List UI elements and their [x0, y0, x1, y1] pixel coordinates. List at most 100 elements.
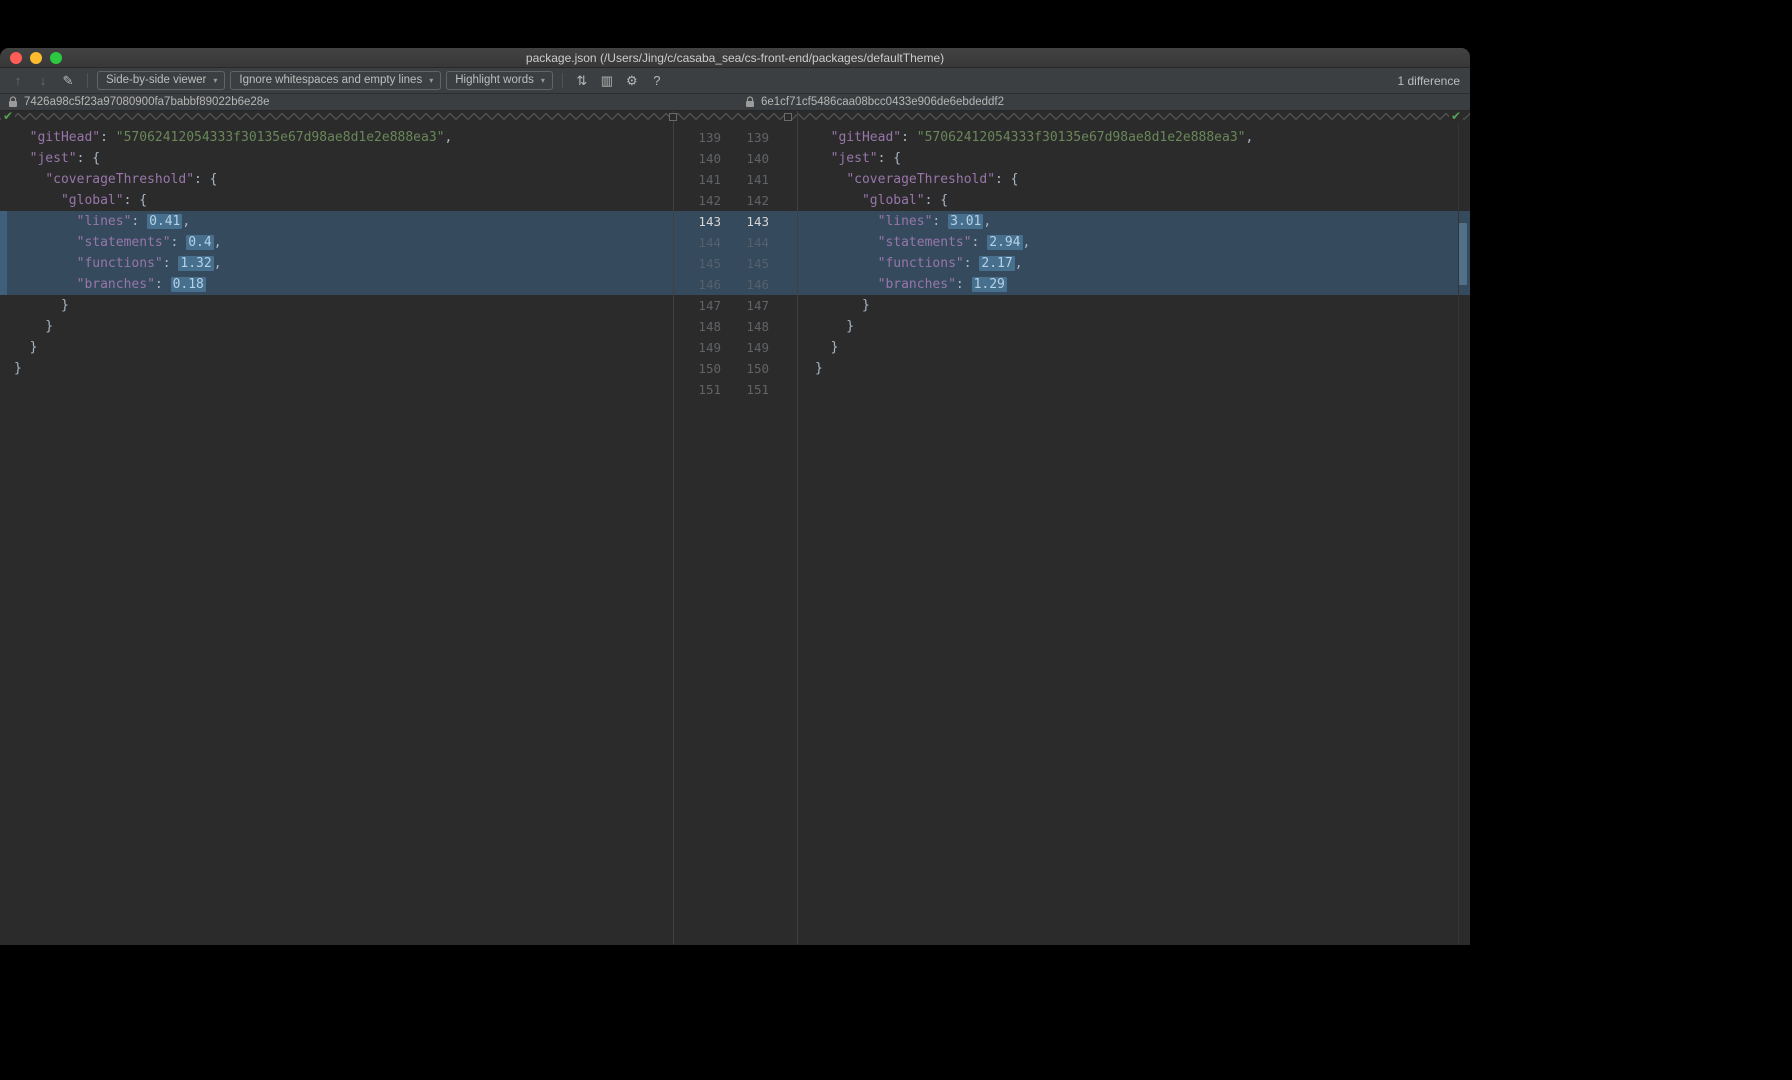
line-number-left: 147 — [698, 298, 721, 313]
diff-line-right[interactable]: "functions": 2.17, — [797, 253, 1470, 274]
code-token: : — [170, 235, 187, 250]
diff-line-right[interactable]: } — [797, 295, 1470, 316]
diff-line-left[interactable]: } — [0, 316, 673, 337]
code-token: : { — [995, 172, 1019, 187]
minimize-button[interactable] — [30, 52, 42, 64]
change-marker — [0, 211, 7, 295]
diff-row: } 148 148 } — [0, 316, 1470, 337]
code-token: "57062412054333f30135e67d98ae8d1e2e888ea… — [115, 130, 445, 145]
line-number-left: 150 — [698, 361, 721, 376]
difference-count: 1 difference — [1397, 73, 1461, 88]
diff-line-left[interactable]: "gitHead": "57062412054333f30135e67d98ae… — [0, 127, 673, 148]
diff-content: ✔ ✔ "gitHead": "57062412054333f30135e67d… — [0, 111, 1470, 944]
diff-row: "gitHead": "57062412054333f30135e67d98ae… — [0, 127, 1470, 148]
diff-line-left[interactable]: "functions": 1.32, — [0, 253, 673, 274]
diff-line-left[interactable]: "statements": 0.4, — [0, 232, 673, 253]
code-token: "lines" — [76, 214, 132, 229]
diff-line-left[interactable]: "lines": 0.41, — [0, 211, 673, 232]
sync-scroll-icon[interactable]: ⇅ — [572, 71, 592, 90]
titlebar: package.json (/Users/Jing/c/casaba_sea/c… — [0, 48, 1470, 68]
edit-icon[interactable]: ✎ — [58, 71, 78, 90]
fold-marker-icon[interactable] — [669, 113, 677, 121]
diff-line-left[interactable]: "global": { — [0, 190, 673, 211]
diff-line-right[interactable]: } — [797, 358, 1470, 379]
diff-row: "branches": 0.18 146 146 "branches": 1.29 — [0, 274, 1470, 295]
diff-row: } 150 150} — [0, 358, 1470, 379]
next-difference-icon[interactable]: ↓ — [33, 71, 53, 90]
fold-marker-icon[interactable] — [784, 113, 792, 121]
code-token: "statements" — [877, 235, 972, 250]
code-token: 2.17 — [979, 256, 1015, 271]
highlight-mode-dropdown[interactable]: Highlight words ▾ — [446, 71, 553, 90]
diff-line-right[interactable]: "statements": 2.94, — [797, 232, 1470, 253]
code-token: : — [154, 277, 171, 292]
zoom-button[interactable] — [50, 52, 62, 64]
code-token: 1.29 — [971, 277, 1007, 292]
previous-difference-icon[interactable]: ↑ — [8, 71, 28, 90]
diff-line-right[interactable]: } — [797, 337, 1470, 358]
line-number-left: 148 — [698, 319, 721, 334]
close-button[interactable] — [10, 52, 22, 64]
diff-row: } 147 147 } — [0, 295, 1470, 316]
code-token: , — [1014, 256, 1023, 271]
code-token: : { — [877, 151, 902, 166]
code-token: , — [983, 214, 992, 229]
diff-row: 151 151 — [0, 379, 1470, 400]
pane-separator — [673, 111, 674, 944]
diff-line-left[interactable]: } — [0, 295, 673, 316]
whitespace-policy-dropdown[interactable]: Ignore whitespaces and empty lines ▾ — [230, 71, 442, 90]
diff-line-left[interactable]: "coverageThreshold": { — [0, 169, 673, 190]
code-token: , — [213, 256, 222, 271]
line-number-left: 146 — [698, 277, 721, 292]
line-number-right: 145 — [746, 256, 769, 271]
code-token: "branches" — [877, 277, 956, 292]
diff-line-left[interactable] — [0, 379, 673, 400]
diff-row: "coverageThreshold": {141 141 "coverageTh… — [0, 169, 1470, 190]
diff-line-right[interactable]: "lines": 3.01, — [797, 211, 1470, 232]
code-token: } — [14, 340, 38, 355]
diff-line-right[interactable]: "gitHead": "57062412054333f30135e67d98ae… — [797, 127, 1470, 148]
diff-rows: "gitHead": "57062412054333f30135e67d98ae… — [0, 127, 1470, 400]
highlight-mode-label: Highlight words — [455, 74, 534, 86]
error-stripe-change-marker[interactable] — [1459, 223, 1467, 285]
diff-line-left[interactable]: } — [0, 358, 673, 379]
code-token: : { — [76, 151, 101, 166]
code-token: "gitHead" — [29, 130, 101, 145]
diff-line-left[interactable]: } — [0, 337, 673, 358]
line-number-right: 143 — [746, 214, 769, 229]
line-number-left: 140 — [698, 151, 721, 166]
viewer-mode-label: Side-by-side viewer — [106, 74, 207, 86]
line-number-right: 148 — [746, 319, 769, 334]
folded-block-zigzag[interactable] — [0, 112, 1470, 121]
diff-line-right[interactable]: "jest": { — [797, 148, 1470, 169]
right-revision-header: 6e1cf71cf5486caa08bcc0433e906de6ebdeddf2 — [745, 96, 1470, 108]
viewer-mode-dropdown[interactable]: Side-by-side viewer ▾ — [97, 71, 226, 90]
chevron-down-icon: ▾ — [429, 75, 434, 85]
code-token: "jest" — [830, 151, 878, 166]
diff-line-right[interactable]: "global": { — [797, 190, 1470, 211]
diff-line-right[interactable] — [797, 379, 1470, 400]
diff-line-right[interactable]: "coverageThreshold": { — [797, 169, 1470, 190]
window-controls — [10, 52, 62, 64]
code-token: , — [1022, 235, 1031, 250]
diff-line-right[interactable]: "branches": 1.29 — [797, 274, 1470, 295]
code-token: "57062412054333f30135e67d98ae8d1e2e888ea… — [916, 130, 1246, 145]
help-icon[interactable]: ? — [647, 71, 667, 90]
diff-line-left[interactable]: "branches": 0.18 — [0, 274, 673, 295]
code-token: : { — [924, 193, 949, 208]
line-number-right: 144 — [746, 235, 769, 250]
diff-line-right[interactable]: } — [797, 316, 1470, 337]
settings-gear-icon[interactable]: ⚙ — [622, 71, 642, 90]
code-token: , — [182, 214, 191, 229]
collapse-unchanged-icon[interactable]: ▥ — [597, 71, 617, 90]
code-token: , — [1245, 130, 1254, 145]
diff-line-left[interactable]: "jest": { — [0, 148, 673, 169]
code-token: "statements" — [76, 235, 171, 250]
